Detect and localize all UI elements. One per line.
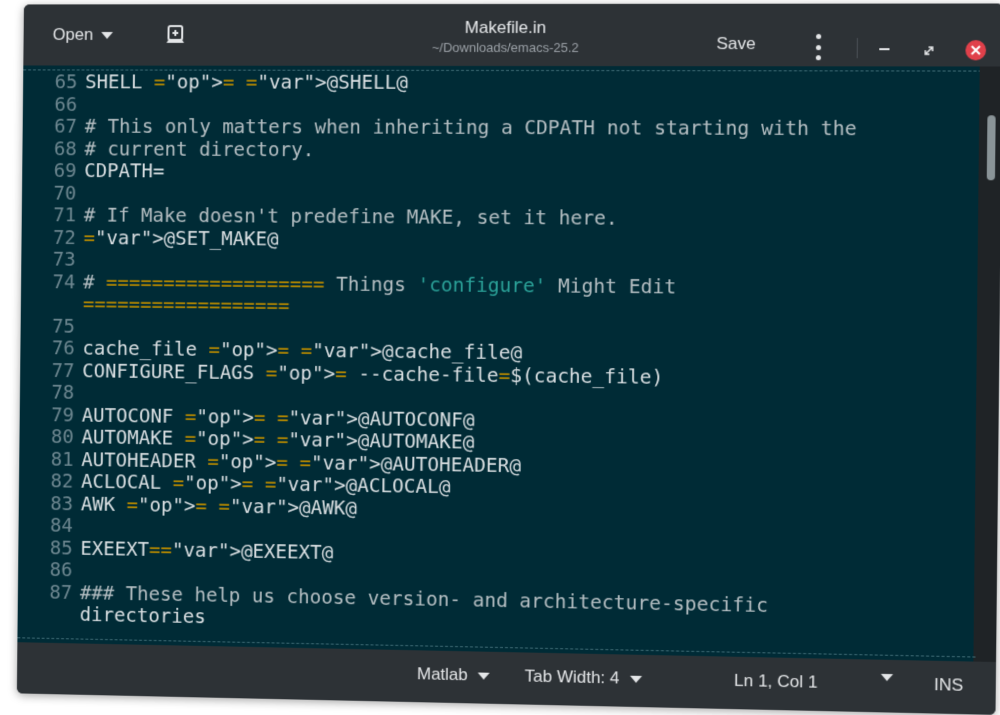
line-number: 82 (29, 470, 82, 493)
language-selector[interactable]: Matlab (417, 664, 490, 685)
save-button[interactable]: Save (716, 34, 756, 54)
insert-mode-label: INS (934, 675, 963, 696)
code-editor[interactable]: 65SHELL ="op">= ="var">@SHELL@6667# This… (17, 65, 1000, 662)
tab-width-selector[interactable]: Tab Width: 4 (525, 666, 642, 689)
line-number: 78 (30, 382, 83, 405)
code-area[interactable]: 65SHELL ="op">= ="var">@SHELL@6667# This… (27, 71, 971, 643)
line-number: 67 (32, 116, 85, 138)
new-document-icon (165, 24, 187, 44)
scrollbar-track[interactable] (973, 66, 1000, 662)
editor-window: Open Makefile.in ~/Downloads/emacs-25.2 … (17, 3, 1000, 714)
line-number: 70 (32, 182, 85, 204)
chevron-down-icon (478, 672, 490, 679)
maximize-icon[interactable] (924, 42, 933, 51)
line-number: 79 (29, 404, 82, 427)
line-number: 81 (29, 448, 82, 471)
tab-width-label: Tab Width: 4 (525, 666, 620, 688)
line-number: 71 (31, 204, 84, 226)
chevron-down-icon (629, 675, 641, 682)
open-button[interactable]: Open (53, 20, 113, 50)
minimize-icon[interactable] (879, 48, 889, 50)
chevron-down-icon (881, 674, 893, 681)
line-number: 87 (27, 581, 80, 604)
document-title: Makefile.in (376, 18, 636, 38)
line-text: directories (80, 603, 206, 628)
line-number: 76 (30, 337, 83, 360)
cursor-position-label: Ln 1, Col 1 (734, 671, 818, 693)
line-text: AWK ="op">= ="var">@AWK@ (81, 492, 357, 519)
chevron-down-icon (101, 32, 113, 39)
line-number: 86 (28, 559, 81, 582)
close-icon (971, 45, 981, 55)
document-path: ~/Downloads/emacs-25.2 (376, 40, 636, 55)
scrollbar-thumb[interactable] (987, 115, 996, 180)
open-label: Open (53, 25, 94, 45)
line-number: 73 (31, 249, 84, 272)
kebab-menu-icon (816, 34, 821, 39)
line-number: 75 (30, 315, 83, 338)
window-title: Makefile.in ~/Downloads/emacs-25.2 (376, 18, 636, 55)
line-text: EXEEXT=="var">@EXEEXT@ (80, 536, 333, 563)
line-number: 66 (32, 94, 85, 116)
language-label: Matlab (417, 664, 468, 685)
position-dropdown[interactable] (881, 674, 893, 681)
line-text: ="var">@SET_MAKE@ (83, 226, 278, 250)
line-text: CDPATH= (84, 159, 164, 182)
new-document-button[interactable] (165, 24, 187, 44)
line-text: # current directory. (84, 137, 314, 161)
line-text: SHELL ="op">= ="var">@SHELL@ (85, 70, 408, 93)
code-line[interactable]: 68# current directory. (32, 138, 971, 164)
line-number: 77 (30, 359, 83, 382)
line-number: 72 (31, 226, 84, 249)
line-number: 80 (29, 426, 82, 449)
line-number: 68 (32, 138, 85, 160)
line-number: 74 (31, 271, 84, 294)
line-number: 85 (28, 537, 81, 560)
line-number: 84 (28, 514, 81, 537)
kebab-dot (815, 45, 820, 50)
cursor-position[interactable]: Ln 1, Col 1 (734, 671, 818, 693)
line-number: 65 (33, 71, 86, 93)
kebab-dot (815, 55, 820, 60)
close-button[interactable] (965, 40, 986, 60)
insert-mode-indicator: INS (934, 675, 963, 696)
line-text: ================== (83, 292, 290, 317)
menu-button[interactable] (814, 34, 822, 60)
line-text: # This only matters when inheriting a CD… (85, 115, 857, 140)
line-number: 83 (28, 492, 81, 515)
line-number (27, 620, 79, 621)
header-bar: Open Makefile.in ~/Downloads/emacs-25.2 … (23, 3, 1000, 66)
code-line[interactable]: 65SHELL ="op">= ="var">@SHELL@ (33, 71, 972, 95)
header-separator (857, 38, 858, 58)
line-number: 69 (32, 160, 85, 182)
